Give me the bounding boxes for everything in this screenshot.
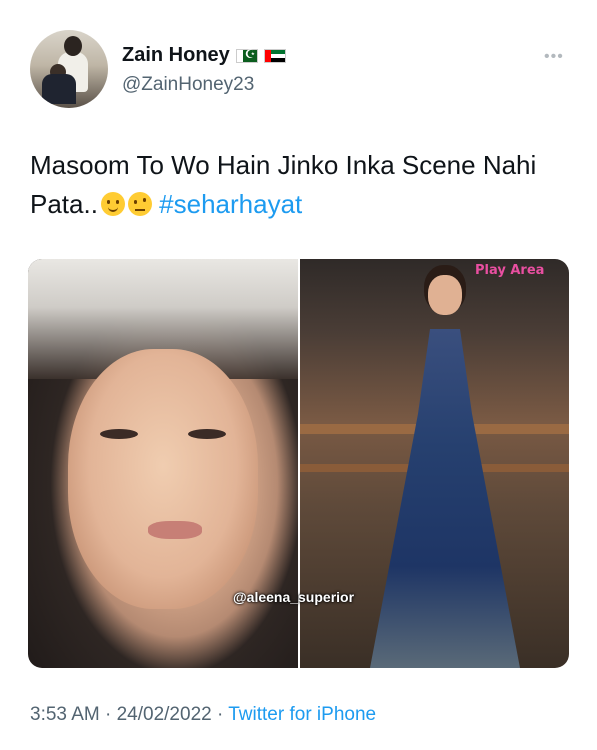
avatar-child [42,74,76,104]
photo-closeup-face[interactable] [28,259,298,668]
photo-face [68,349,258,609]
photo-lips [148,521,202,539]
photo-eye-right [188,429,226,439]
play-area-sign: Play Area [475,263,545,278]
photo-dress [370,329,520,668]
media-watermark: @aleena_superior [233,589,355,605]
tweet-time[interactable]: 3:53 AM [30,704,100,725]
avatar-person-head [64,36,82,56]
tweet-text: Masoom To Wo Hain Jinko Inka Scene Nahi … [30,146,570,224]
meta-separator: · [211,704,229,725]
tweet-source-link[interactable]: Twitter for iPhone [228,704,376,725]
tweet-metadata: 3:53 AM · 24/02/2022 · Twitter for iPhon… [30,704,376,726]
photo-eye-left [100,429,138,439]
tweet-date[interactable]: 24/02/2022 [117,704,212,725]
face-with-raised-eyebrow-icon [127,192,152,216]
display-name[interactable]: Zain Honey [122,44,230,67]
photo-blue-dress[interactable]: Play Area [300,259,569,668]
tweet-card: Zain Honey @ZainHoney23 ••• Masoom To Wo… [0,0,597,750]
hashtag-link[interactable]: #seharhayat [159,189,302,219]
uae-flag-icon [263,48,286,63]
photo-head [428,275,462,315]
slightly-smiling-face-icon [100,192,125,216]
user-name-row[interactable]: Zain Honey [122,44,286,67]
avatar[interactable] [30,30,108,108]
more-horizontal-icon[interactable]: ••• [544,48,564,66]
pakistan-flag-icon [235,47,258,63]
user-handle[interactable]: @ZainHoney23 [122,74,254,96]
tweet-media[interactable]: Play Area @aleena_superior [28,259,569,668]
meta-separator: · [99,704,117,725]
